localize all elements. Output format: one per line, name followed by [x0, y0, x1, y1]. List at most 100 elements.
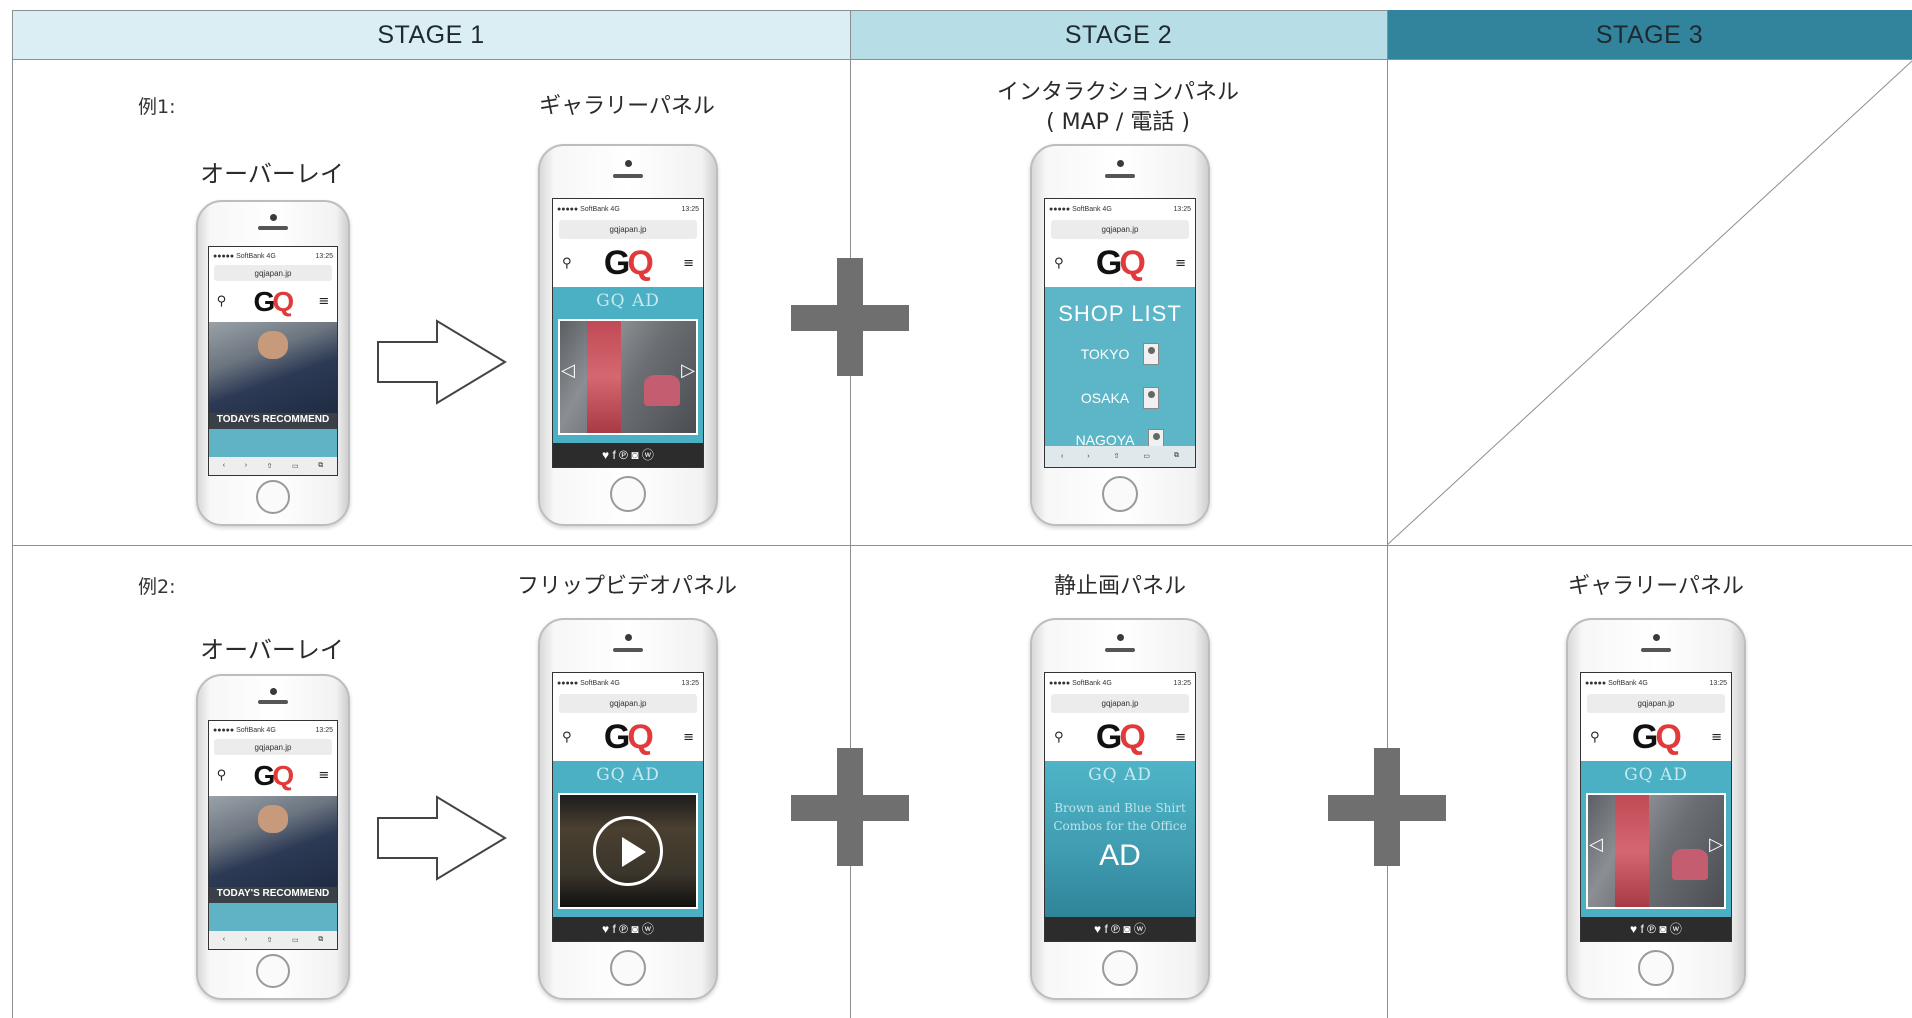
- url-text: gqjapan.jp: [1637, 699, 1675, 709]
- ad-label: AD: [1099, 839, 1141, 873]
- site-header: ⚲ GQ ≡: [1045, 713, 1195, 762]
- browser-toolbar: ‹ › ⇧ ▭ ⧉: [1045, 445, 1195, 467]
- next-arrow-icon[interactable]: ▷: [681, 362, 695, 380]
- camera-dot: [1116, 634, 1124, 641]
- model-photo: [209, 796, 337, 888]
- gallery-panel: GQ AD ◁ ▷: [1581, 761, 1731, 917]
- still-caption-2: Combos for the Office: [1053, 819, 1187, 834]
- stage-2-header: STAGE 2: [850, 10, 1387, 59]
- plus-icon-row2a-h: [791, 795, 909, 821]
- status-bar: ●●●●● SoftBank 4G 13:25: [209, 721, 337, 740]
- url-text: gqjapan.jp: [254, 742, 292, 752]
- phone-overlay-1: ●●●●● SoftBank 4G 13:25 gqjapan.jp ⚲ GQ ≡…: [196, 200, 350, 526]
- menu-icon: ≡: [318, 768, 330, 784]
- video-thumbnail[interactable]: [558, 793, 698, 909]
- search-icon: ⚲: [1054, 255, 1064, 271]
- site-header: ⚲ GQ ≡: [209, 281, 337, 323]
- camera-dot: [624, 160, 632, 167]
- carrier-text: ●●●●● SoftBank 4G: [213, 726, 276, 734]
- status-bar: ●●●●● SoftBank 4G 13:25: [1045, 199, 1195, 221]
- gallery-image: [558, 319, 698, 435]
- gq-logo: GQ: [1631, 718, 1682, 757]
- url-text: gqjapan.jp: [609, 699, 647, 709]
- site-header: ⚲ GQ ≡: [1581, 713, 1731, 762]
- speaker-grille: [1105, 174, 1135, 178]
- arrow-right-2: [377, 795, 507, 881]
- home-button: [1102, 476, 1138, 512]
- camera-dot: [1116, 160, 1124, 167]
- url-bar: gqjapan.jp: [214, 265, 332, 282]
- home-button: [256, 480, 290, 514]
- stage-3-header: STAGE 3: [1387, 10, 1912, 59]
- shop-list-title: SHOP LIST: [1058, 301, 1182, 327]
- site-header: ⚲ GQ ≡: [553, 713, 703, 762]
- interaction-panel-sublabel: ( MAP / 電話 ): [1046, 110, 1190, 135]
- time-text: 13:25: [315, 726, 333, 734]
- menu-icon: ≡: [683, 255, 694, 271]
- phone-screen: ●●●●● SoftBank 4G 13:25 gqjapan.jp ⚲ GQ ≡…: [1044, 672, 1196, 942]
- url-bar: gqjapan.jp: [1051, 694, 1189, 714]
- left-border: [12, 10, 13, 1018]
- next-arrow-icon[interactable]: ▷: [1709, 836, 1723, 854]
- model-photo: [209, 322, 337, 414]
- gq-logo: GQ: [1095, 718, 1146, 757]
- phone-gallery-2: ●●●●● SoftBank 4G 13:25 gqjapan.jp ⚲ GQ ≡…: [1566, 618, 1746, 1000]
- search-icon: ⚲: [1054, 729, 1064, 745]
- gq-logo: GQ: [603, 718, 654, 757]
- stage-1-header: STAGE 1: [12, 10, 850, 59]
- social-bar: ♥ f ℗ ◙ ⓦ: [1045, 916, 1195, 941]
- url-bar: gqjapan.jp: [559, 220, 697, 240]
- search-icon: ⚲: [216, 294, 227, 310]
- map-pin-icon[interactable]: [1143, 343, 1160, 366]
- time-text: 13:25: [1709, 680, 1727, 688]
- play-icon[interactable]: [593, 816, 663, 887]
- prev-arrow-icon[interactable]: ◁: [561, 362, 575, 380]
- camera-dot: [269, 688, 277, 695]
- panel-title: GQ AD: [596, 765, 660, 786]
- empty-cell-diagonal: [1387, 60, 1912, 545]
- shop-row-tokyo[interactable]: TOKYO: [1045, 343, 1195, 366]
- overlay-label-1: オーバーレイ: [200, 160, 344, 188]
- gallery-panel-label-1: ギャラリーパネル: [539, 94, 715, 119]
- search-icon: ⚲: [1590, 729, 1600, 745]
- menu-icon: ≡: [1175, 255, 1186, 271]
- video-panel: GQ AD: [553, 761, 703, 917]
- speaker-grille: [258, 700, 288, 704]
- search-icon: ⚲: [562, 255, 572, 271]
- home-button: [610, 950, 646, 986]
- status-bar: ●●●●● SoftBank 4G 13:25: [1045, 673, 1195, 695]
- url-bar: gqjapan.jp: [559, 694, 697, 714]
- prev-arrow-icon[interactable]: ◁: [1589, 836, 1603, 854]
- url-text: gqjapan.jp: [609, 225, 647, 235]
- row-divider: [12, 545, 1912, 546]
- search-icon: ⚲: [562, 729, 572, 745]
- stage-2-label: STAGE 2: [1064, 20, 1173, 49]
- gq-logo: GQ: [253, 759, 295, 791]
- shop-name: TOKYO: [1080, 346, 1130, 363]
- shop-row-osaka[interactable]: OSAKA: [1045, 387, 1195, 410]
- recommend-banner: TODAY'S RECOMMEND: [209, 887, 337, 904]
- home-button: [256, 954, 290, 988]
- site-header: ⚲ GQ ≡: [553, 239, 703, 288]
- menu-icon: ≡: [683, 729, 694, 745]
- speaker-grille: [613, 174, 643, 178]
- flip-video-panel-label: フリップビデオパネル: [516, 574, 737, 599]
- speaker-grille: [1641, 648, 1671, 652]
- status-bar: ●●●●● SoftBank 4G 13:25: [209, 247, 337, 266]
- phone-interaction: ●●●●● SoftBank 4G 13:25 gqjapan.jp ⚲ GQ ≡…: [1030, 144, 1210, 526]
- map-pin-icon[interactable]: [1143, 387, 1160, 410]
- carrier-text: ●●●●● SoftBank 4G: [1585, 680, 1648, 688]
- plus-icon-row1-h: [791, 305, 909, 331]
- panel-title: GQ AD: [596, 291, 660, 312]
- arrow-right-1: [377, 319, 507, 405]
- menu-icon: ≡: [1175, 729, 1186, 745]
- interaction-panel-label: インタラクションパネル: [996, 80, 1239, 105]
- home-button: [1102, 950, 1138, 986]
- overlay-ad-band: [209, 429, 337, 457]
- url-bar: gqjapan.jp: [1051, 220, 1189, 240]
- search-icon: ⚲: [216, 768, 227, 784]
- site-header: ⚲ GQ ≡: [209, 755, 337, 797]
- carrier-text: ●●●●● SoftBank 4G: [213, 252, 276, 260]
- time-text: 13:25: [1173, 206, 1191, 214]
- gq-logo: GQ: [253, 285, 295, 317]
